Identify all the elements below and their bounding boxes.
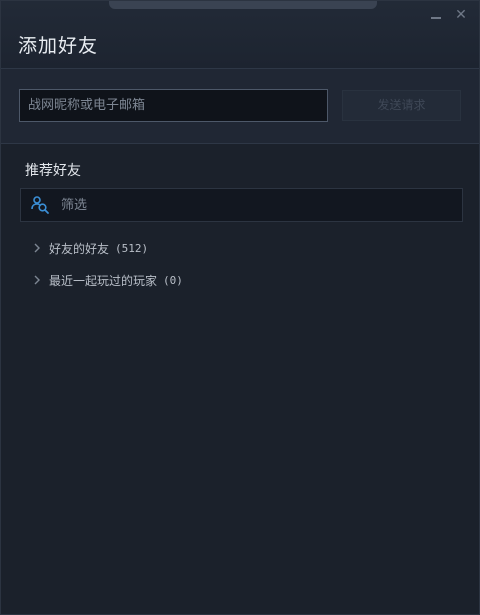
group-label: 最近一起玩过的玩家 [49,273,158,288]
group-label: 好友的好友 [49,241,110,256]
minimize-icon[interactable] [428,7,444,23]
people-search-icon [31,196,49,214]
window-title: 添加好友 [18,35,99,57]
group-count: (512) [115,241,149,255]
recommended-friends-title: 推荐好友 [25,163,81,179]
header-tab-decoration [109,1,377,9]
close-icon[interactable]: ✕ [453,7,469,23]
group-friends-of-friends[interactable]: 好友的好友 (512) [31,239,148,257]
add-friend-section: 发送请求 [1,69,479,144]
window-header: 添加好友 ✕ [1,1,479,69]
add-friend-window: 添加好友 ✕ 发送请求 推荐好友 好友的好友 (512) 最近一起玩过的玩家 (… [0,0,480,615]
send-request-button[interactable]: 发送请求 [342,90,461,121]
group-count: (0) [163,273,183,287]
group-recently-played[interactable]: 最近一起玩过的玩家 (0) [31,271,183,289]
filter-box[interactable] [20,188,463,222]
chevron-right-icon [34,275,40,285]
battletag-email-input[interactable] [19,89,328,122]
chevron-right-icon [34,243,40,253]
filter-input[interactable] [57,189,457,221]
